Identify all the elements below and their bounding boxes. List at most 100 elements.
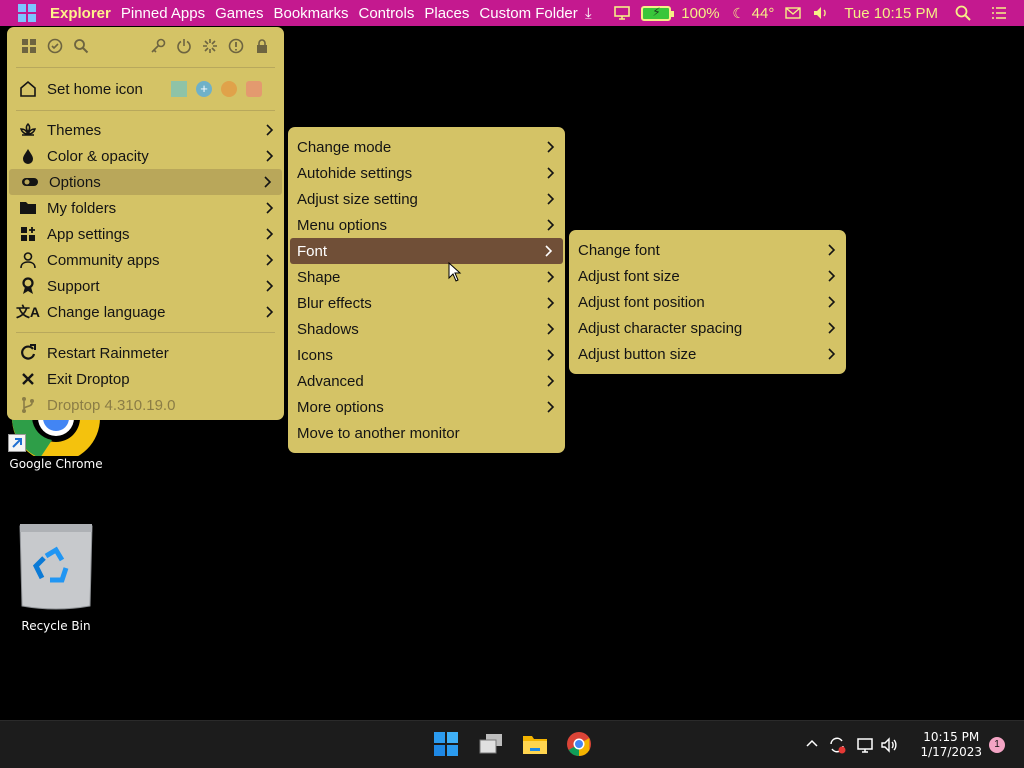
chevron-right-icon: [266, 124, 274, 136]
mail-icon[interactable]: [782, 2, 804, 24]
menu-item-label: Icons: [297, 346, 333, 364]
menu-item-exit-droptop[interactable]: Exit Droptop: [7, 366, 284, 392]
file-explorer-icon[interactable]: [522, 731, 550, 759]
weather-temp[interactable]: 44°: [752, 5, 775, 22]
submenu-item-adjust-font-size[interactable]: Adjust font size: [569, 263, 846, 289]
network-icon[interactable]: [856, 736, 874, 759]
search-icon[interactable]: [71, 36, 91, 56]
menu-item-my-folders[interactable]: My folders: [7, 195, 284, 221]
moon-icon: ☾: [732, 4, 745, 21]
submenu-item-change-font[interactable]: Change font: [569, 237, 846, 263]
chevron-right-icon: [547, 271, 555, 283]
power-icon[interactable]: [174, 36, 194, 56]
submenu-item-adjust-character-spacing[interactable]: Adjust character spacing: [569, 315, 846, 341]
menu-item-change-language[interactable]: 文A Change language: [7, 299, 284, 325]
topbar-item-bookmarks[interactable]: Bookmarks: [273, 5, 348, 22]
topbar-item-controls[interactable]: Controls: [359, 5, 415, 22]
menu-item-support[interactable]: Support: [7, 273, 284, 299]
topbar-item-places[interactable]: Places: [424, 5, 469, 22]
submenu-item-advanced[interactable]: Advanced: [288, 368, 565, 394]
translate-icon: 文A: [15, 304, 41, 320]
screen-icon[interactable]: [611, 2, 633, 24]
tile-home-icon[interactable]: [171, 81, 187, 97]
submenu-item-icons[interactable]: Icons: [288, 342, 565, 368]
menu-item-themes[interactable]: Themes: [7, 117, 284, 143]
menu-item-label: Adjust character spacing: [578, 319, 743, 337]
grid-icon[interactable]: [19, 36, 39, 56]
chevron-up-icon[interactable]: [805, 737, 819, 756]
submenu-item-adjust-button-size[interactable]: Adjust button size: [569, 341, 846, 367]
battery-percent: 100%: [681, 4, 720, 22]
ribbon-icon: [18, 276, 38, 296]
chrome-icon[interactable]: [566, 731, 594, 759]
menu-item-label: Adjust size setting: [297, 190, 418, 208]
menu-item-label: Font: [297, 242, 328, 260]
menu-item-label: App settings: [47, 225, 130, 243]
submenu-item-more-options[interactable]: More options: [288, 394, 565, 420]
custom-folder-label: Custom Folder: [479, 4, 578, 22]
volume-icon[interactable]: [880, 736, 898, 759]
chevron-right-icon: [266, 306, 274, 318]
droptop-main-menu: Set home icon + Themes Color & opacity O…: [7, 27, 284, 420]
brightness-icon[interactable]: [200, 36, 220, 56]
windows-logo-icon[interactable]: [18, 4, 36, 22]
topbar-item-explorer[interactable]: Explorer: [50, 5, 111, 22]
menu-item-app-settings[interactable]: App settings: [7, 221, 284, 247]
menu-item-label: Adjust font size: [578, 267, 680, 285]
person-icon: [18, 250, 38, 270]
menu-item-color-opacity[interactable]: Color & opacity: [7, 143, 284, 169]
set-home-icon-item[interactable]: Set home icon +: [7, 74, 284, 104]
menu-separator: [16, 332, 275, 333]
topbar-item-pinned-apps[interactable]: Pinned Apps: [121, 5, 205, 22]
submenu-item-font[interactable]: Font: [290, 238, 563, 264]
submenu-item-menu-options[interactable]: Menu options: [288, 212, 565, 238]
task-view-icon[interactable]: [478, 731, 506, 759]
battery-icon[interactable]: ⚡: [641, 5, 675, 21]
submenu-item-adjust-size-setting[interactable]: Adjust size setting: [288, 186, 565, 212]
menu-item-label: Advanced: [297, 372, 364, 390]
chevron-right-icon: [266, 202, 274, 214]
chevron-right-icon: [547, 349, 555, 361]
taskbar-clock[interactable]: 10:15 PM 1/17/2023: [920, 730, 982, 760]
menu-item-label: Exit Droptop: [47, 370, 130, 388]
topbar-item-games[interactable]: Games: [215, 5, 263, 22]
menu-item-version: Droptop 4.310.19.0: [7, 392, 284, 418]
menu-item-options[interactable]: Options: [9, 169, 282, 195]
menu-item-label: Support: [47, 277, 100, 295]
flower-home-icon[interactable]: [221, 81, 237, 97]
menu-item-restart-rainmeter[interactable]: Restart Rainmeter: [7, 340, 284, 366]
sync-icon[interactable]: [828, 736, 846, 759]
list-menu-icon[interactable]: [988, 2, 1010, 24]
shortcut-arrow-icon: [8, 434, 26, 452]
recycle-bin-icon: [19, 524, 93, 610]
submenu-item-change-mode[interactable]: Change mode: [288, 134, 565, 160]
submenu-item-adjust-font-position[interactable]: Adjust font position: [569, 289, 846, 315]
menu-item-label: Move to another monitor: [297, 424, 460, 442]
submenu-item-blur-effects[interactable]: Blur effects: [288, 290, 565, 316]
key-icon[interactable]: [148, 36, 168, 56]
topbar-item-custom-folder[interactable]: Custom Folder ⤓: [479, 5, 591, 22]
submenu-item-autohide-settings[interactable]: Autohide settings: [288, 160, 565, 186]
info-icon[interactable]: [226, 36, 246, 56]
volume-icon[interactable]: [810, 2, 832, 24]
chevron-right-icon: [828, 244, 836, 256]
submenu-item-move-to-another-monitor[interactable]: Move to another monitor: [288, 420, 565, 446]
menu-separator: [16, 67, 275, 68]
chevron-right-icon: [547, 219, 555, 231]
menu-item-community-apps[interactable]: Community apps: [7, 247, 284, 273]
submenu-item-shadows[interactable]: Shadows: [288, 316, 565, 342]
menu-item-label: Adjust button size: [578, 345, 697, 363]
box-home-icon[interactable]: [246, 81, 262, 97]
lock-icon[interactable]: [252, 36, 272, 56]
plus-home-icon[interactable]: +: [196, 81, 212, 97]
menu-item-label: Themes: [47, 121, 102, 139]
desktop-icon-recycle-bin[interactable]: Recycle Bin: [0, 522, 112, 638]
menu-item-label: Color & opacity: [47, 147, 149, 165]
submenu-item-shape[interactable]: Shape: [288, 264, 565, 290]
check-circle-icon[interactable]: [45, 36, 65, 56]
windows-start-icon[interactable]: [433, 731, 461, 759]
topbar-datetime[interactable]: Tue 10:15 PM: [844, 5, 938, 22]
search-icon[interactable]: [952, 2, 974, 24]
topbar-status-area: ⚡ 100% ☾ 44° Tue 10:15 PM: [611, 0, 1024, 26]
notification-badge[interactable]: 1: [989, 737, 1005, 753]
